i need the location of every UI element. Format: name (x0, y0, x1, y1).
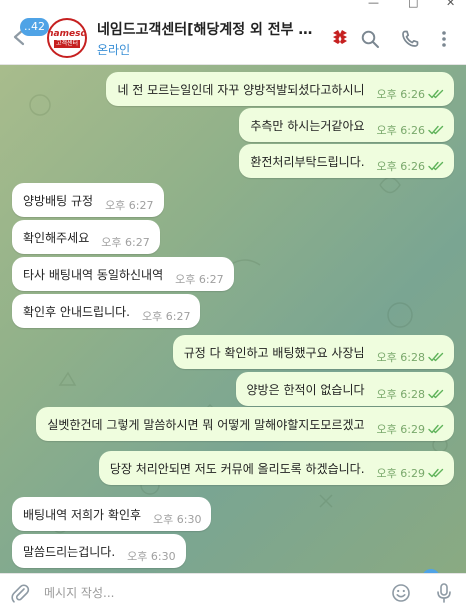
message-text: 환전처리부탁드립니다. (250, 154, 365, 169)
phone-icon[interactable] (400, 29, 420, 49)
outgoing-message[interactable]: 양방은 한적이 없습니다 오후 6:28 (235, 372, 454, 406)
close-window-button[interactable]: ✕ (446, 0, 455, 9)
chat-area[interactable]: 네 전 모르는일인데 자꾸 양방적발되셨다고하시니 오후 6:26 추측만 하시는거… (0, 65, 466, 573)
message-text: 네 전 모르는일인데 자꾸 양방적발되셨다고하시니 (117, 82, 365, 97)
double-check-icon (428, 125, 444, 135)
incoming-message[interactable]: 양방배팅 규정 오후 6:27 (12, 183, 164, 217)
paperclip-icon[interactable] (10, 583, 30, 603)
outgoing-message[interactable]: 규정 다 확인하고 배팅했구요 사장님 오후 6:28 (172, 335, 454, 369)
outgoing-message[interactable]: 당장 처리안되면 저도 커뮤에 올리도록 하겠습니다. 오후 6:29 (98, 451, 454, 485)
message-time: 오후 6:28 (376, 351, 425, 364)
message-time: 오후 6:28 (376, 388, 425, 401)
message-time: 오후 6:26 (376, 124, 425, 137)
brand-mark-icon (333, 30, 347, 44)
message-text: 배팅내역 저희가 확인후 (23, 507, 142, 522)
double-check-icon (428, 389, 444, 399)
message-meta: 오후 6:27 (175, 271, 223, 287)
compose-bar (0, 573, 466, 612)
message-time: 오후 6:27 (175, 273, 224, 286)
message-text: 확인후 안내드립니다. (23, 304, 130, 319)
message-text: 타사 배팅내역 동일하신내역 (23, 267, 164, 282)
message-input[interactable] (42, 581, 376, 605)
message-text: 양방은 한적이 없습니다 (246, 382, 365, 397)
search-icon[interactable] (360, 29, 380, 49)
incoming-message[interactable]: 확인해주세요 오후 6:27 (12, 220, 160, 254)
minimize-button[interactable]: — (368, 0, 379, 9)
message-time: 오후 6:27 (105, 199, 154, 212)
message-meta: 오후 6:30 (127, 548, 175, 564)
outgoing-message[interactable]: 환전처리부탁드립니다. 오후 6:26 (239, 144, 454, 178)
message-meta: 오후 6:27 (142, 308, 190, 324)
avatar[interactable]: namesd 고객센터 (47, 18, 87, 58)
message-meta: 오후 6:27 (101, 234, 149, 250)
message-text: 추측만 하시는거같아요 (250, 118, 365, 133)
message-meta: 오후 6:26 (377, 158, 444, 174)
avatar-logo-text: namesd (47, 28, 87, 39)
message-time: 오후 6:27 (101, 236, 150, 249)
chat-header: ..42 namesd 고객센터 네임드고객센터[해당계정 외 전부 사칭] 온… (0, 10, 466, 65)
double-check-icon (428, 352, 444, 362)
message-text: 실벳한건데 그렇게 말씀하시면 뭐 어떻게 말해야할지도모르겠고 (47, 417, 365, 432)
microphone-icon[interactable] (434, 582, 454, 604)
message-time: 오후 6:29 (376, 467, 425, 480)
message-meta: 오후 6:29 (377, 465, 444, 481)
message-meta: 오후 6:28 (377, 349, 444, 365)
message-meta: 오후 6:27 (105, 197, 153, 213)
message-time: 오후 6:30 (153, 513, 202, 526)
incoming-message[interactable]: 말씀드리는겁니다. 오후 6:30 (12, 534, 186, 568)
avatar-logo-subtext: 고객센터 (53, 39, 81, 48)
unread-count-badge: ..42 (20, 18, 49, 36)
message-text: 양방배팅 규정 (23, 193, 94, 208)
message-text: 규정 다 확인하고 배팅했구요 사장님 (183, 345, 365, 360)
message-meta: 오후 6:28 (377, 386, 444, 402)
outgoing-message[interactable]: 실벳한건데 그렇게 말씀하시면 뭐 어떻게 말해야할지도모르겠고 오후 6:29 (36, 407, 454, 441)
message-time: 오후 6:30 (127, 550, 176, 563)
message-time: 오후 6:29 (376, 423, 425, 436)
double-check-icon (428, 468, 444, 478)
maximize-button[interactable]: □ (408, 0, 418, 9)
chat-status: 온라인 (97, 43, 131, 57)
message-meta: 오후 6:26 (377, 122, 444, 138)
message-text: 확인해주세요 (23, 230, 90, 245)
double-check-icon (428, 89, 444, 99)
message-text: 당장 처리안되면 저도 커뮤에 올리도록 하겠습니다. (109, 461, 365, 476)
message-meta: 오후 6:26 (377, 86, 444, 102)
message-time: 오후 6:26 (376, 88, 425, 101)
incoming-message[interactable]: 확인후 안내드립니다. 오후 6:27 (12, 294, 201, 328)
double-check-icon (428, 424, 444, 434)
incoming-message[interactable]: 배팅내역 저희가 확인후 오후 6:30 (12, 497, 212, 531)
outgoing-message[interactable]: 추측만 하시는거같아요 오후 6:26 (239, 108, 454, 142)
message-time: 오후 6:26 (376, 160, 425, 173)
message-text: 말씀드리는겁니다. (23, 544, 116, 559)
incoming-message[interactable]: 타사 배팅내역 동일하신내역 오후 6:27 (12, 257, 234, 291)
chat-title[interactable]: 네임드고객센터[해당계정 외 전부 사칭] (97, 19, 323, 39)
message-time: 오후 6:27 (142, 310, 191, 323)
more-vertical-icon[interactable] (434, 29, 454, 49)
window-controls: — □ ✕ (0, 0, 466, 10)
emoji-icon[interactable] (391, 583, 411, 603)
double-check-icon (428, 161, 444, 171)
outgoing-message[interactable]: 네 전 모르는일인데 자꾸 양방적발되셨다고하시니 오후 6:26 (106, 72, 454, 106)
message-meta: 오후 6:30 (153, 511, 201, 527)
message-meta: 오후 6:29 (377, 421, 444, 437)
